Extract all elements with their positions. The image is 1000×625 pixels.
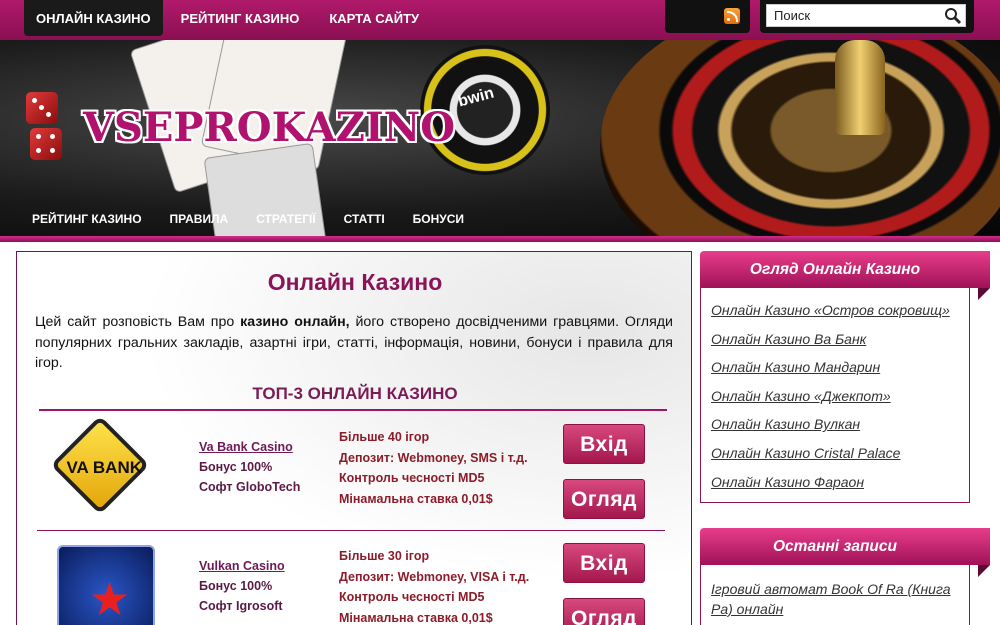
feature-games: Більше 30 ігор (339, 549, 430, 563)
sidebar-review-title: Огляд Онлайн Казино (700, 251, 990, 300)
casino-soft: Софт Igrosoft (199, 599, 283, 613)
feature-deposit: Депозит: Webmoney, VISA і т.д. (339, 569, 530, 584)
top-bar: ОНЛАЙН КАЗИНО РЕЙТИНГ КАЗИНО КАРТА САЙТУ (0, 0, 1000, 40)
sidebar-link-treasure-island[interactable]: Онлайн Казино «Остров сокровищ» (711, 296, 959, 325)
review-button[interactable]: Огляд (563, 598, 645, 625)
feature-games: Більше 40 ігор (339, 430, 430, 444)
feature-fairness: Контроль чесності MD5 (339, 471, 485, 485)
casino-row: VA BANK Va Bank Casino Бонус 100% Софт G… (35, 414, 665, 531)
divider (37, 530, 665, 531)
review-button[interactable]: Огляд (563, 479, 645, 519)
feature-deposit: Депозит: Webmoney, SMS і т.д. (339, 450, 528, 465)
feature-min-bet: Мінамальна ставка 0,01$ (339, 491, 493, 506)
casino-info: Va Bank Casino Бонус 100% Софт GloboTech (199, 437, 300, 497)
casino-soft: Софт GloboTech (199, 480, 301, 494)
rss-icon[interactable] (724, 8, 740, 24)
main-nav: РЕЙТИНГ КАЗИНО ПРАВИЛА СТРАТЕГІЇ СТАТТІ … (18, 206, 478, 232)
sidebar-recent-widget: Останні записи Ігровий автомат Book Of R… (700, 528, 990, 625)
sidebar-link-vulkan[interactable]: Онлайн Казино Вулкан (711, 410, 959, 439)
enter-button[interactable]: Вхід (563, 424, 645, 464)
sidebar-link-vabank[interactable]: Онлайн Казино Ва Банк (711, 325, 959, 354)
sidebar-review-widget: Огляд Онлайн Казино Онлайн Казино «Остро… (700, 251, 990, 504)
casino-features: Більше 40 ігор Депозит: Webmoney, SMS і … (339, 427, 528, 509)
roulette-spindle-image (835, 40, 885, 135)
header-stripe (0, 236, 1000, 242)
site-logo[interactable]: VSEPROKAZINO (83, 104, 455, 151)
casino-logo-text: VA BANK (66, 457, 143, 477)
roulette-wheel-image (600, 40, 1000, 238)
nav-item-strategies[interactable]: СТРАТЕГІЇ (242, 206, 330, 232)
sidebar-link-book-of-ra[interactable]: Ігровий автомат Book Of Ra (Книга Ра) он… (711, 573, 959, 625)
enter-button[interactable]: Вхід (563, 543, 645, 583)
casino-info: Vulkan Casino Бонус 100% Софт Igrosoft (199, 556, 285, 616)
topnav-item-online-casino[interactable]: ОНЛАЙН КАЗИНО (24, 0, 163, 36)
casino-logo[interactable]: VA BANK (50, 415, 155, 520)
casino-bonus: Бонус 100% (199, 579, 273, 593)
nav-item-rules[interactable]: ПРАВИЛА (156, 206, 243, 232)
page-title: Онлайн Казино (267, 269, 443, 295)
feature-fairness: Контроль чесності MD5 (339, 590, 485, 604)
intro-text-start: Цей сайт розповість Вам про (35, 314, 241, 330)
sidebar-link-cristal-palace[interactable]: Онлайн Казино Cristal Palace (711, 439, 959, 468)
nav-item-casino-rating[interactable]: РЕЙТИНГ КАЗИНО (18, 206, 156, 232)
top3-heading: ТОП-3 ОНЛАЙН КАЗИНО (252, 384, 458, 403)
intro-text-bold: казино онлайн, (240, 314, 350, 330)
casino-name-link[interactable]: Vulkan Casino (199, 556, 285, 576)
main-content: Онлайн Казино Цей сайт розповість Вам пр… (16, 251, 692, 625)
divider (39, 409, 667, 411)
casino-logo[interactable]: ★ (55, 539, 155, 625)
search-icon[interactable] (944, 7, 962, 25)
topnav-item-casino-rating[interactable]: РЕЙТИНГ КАЗИНО (169, 0, 312, 36)
topnav-item-sitemap[interactable]: КАРТА САЙТУ (317, 0, 431, 36)
feature-min-bet: Мінамальна ставка 0,01$ (339, 610, 493, 625)
sidebar-link-mandarin[interactable]: Онлайн Казино Мандарин (711, 353, 959, 382)
sidebar-link-jackpot[interactable]: Онлайн Казино «Джекпот» (711, 382, 959, 411)
casino-name-link[interactable]: Va Bank Casino (199, 437, 300, 457)
casino-features: Більше 30 ігор Депозит: Webmoney, VISA і… (339, 546, 529, 625)
nav-item-articles[interactable]: СТАТТІ (330, 206, 399, 232)
sidebar-review-list: Онлайн Казино «Остров сокровищ» Онлайн К… (700, 288, 970, 504)
dice-icon (22, 92, 64, 162)
top-nav: ОНЛАЙН КАЗИНО РЕЙТИНГ КАЗИНО КАРТА САЙТУ (24, 0, 437, 36)
rss-box (665, 0, 750, 33)
chip-text: bwin (456, 84, 496, 111)
vulkan-logo-icon: ★ (57, 545, 155, 625)
search-input[interactable] (766, 4, 966, 27)
nav-item-bonuses[interactable]: БОНУСИ (399, 206, 478, 232)
header-banner: bwin VSEPROKAZINO РЕЙТИНГ КАЗИНО ПРАВИЛА… (0, 40, 1000, 238)
search-box (760, 0, 974, 33)
casino-row: ★ Vulkan Casino Бонус 100% Софт Igrosoft… (35, 533, 665, 625)
vabank-logo-icon: VA BANK (50, 415, 150, 515)
casino-bonus: Бонус 100% (199, 460, 273, 474)
intro-text: Цей сайт розповість Вам про казино онлай… (35, 312, 673, 374)
sidebar-link-faraon[interactable]: Онлайн Казино Фараон (711, 468, 959, 497)
sidebar-recent-list: Ігровий автомат Book Of Ra (Книга Ра) он… (700, 565, 970, 625)
sidebar-recent-title: Останні записи (700, 528, 990, 577)
